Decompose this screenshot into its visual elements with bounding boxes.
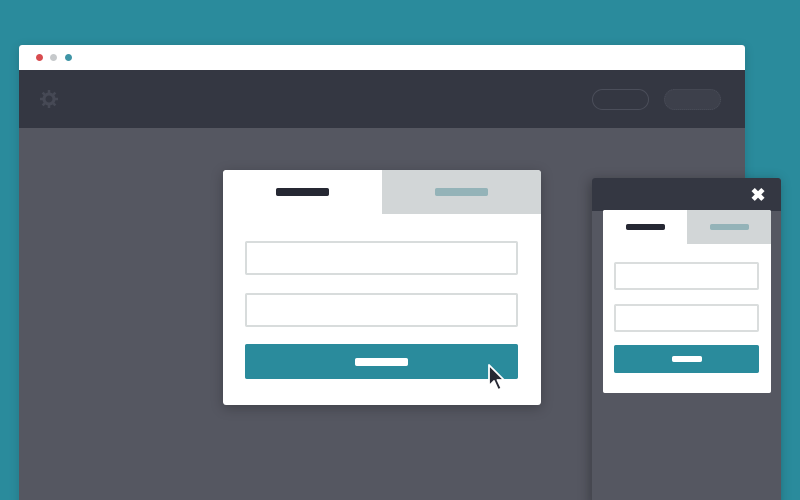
mobile-submit-button[interactable]: [614, 345, 759, 373]
close-window-dot[interactable]: [36, 54, 43, 61]
username-field[interactable]: [245, 241, 518, 275]
tab-login-label: [276, 188, 329, 196]
mouse-pointer-icon: [488, 364, 505, 391]
submit-button-label: [355, 357, 408, 366]
close-icon[interactable]: ✖: [750, 186, 766, 204]
mobile-device: ✖: [592, 178, 781, 500]
filled-header-button[interactable]: [664, 89, 721, 110]
mobile-modal-tabs: [603, 210, 771, 244]
mobile-login-modal: [603, 210, 771, 393]
mobile-header: ✖: [592, 178, 781, 211]
mobile-tab-signup[interactable]: [687, 210, 771, 244]
mobile-tab-login[interactable]: [603, 210, 687, 244]
mobile-tab-signup-label: [709, 224, 749, 230]
tab-signup-label: [435, 188, 488, 196]
maximize-window-dot[interactable]: [65, 54, 72, 61]
tab-login[interactable]: [223, 170, 382, 214]
minimize-window-dot[interactable]: [50, 54, 57, 61]
site-header: [19, 70, 745, 128]
mobile-submit-button-label: [671, 356, 702, 362]
login-form: [223, 214, 541, 379]
outline-header-button[interactable]: [592, 89, 649, 110]
mobile-login-form: [603, 244, 771, 373]
submit-button[interactable]: [245, 344, 518, 379]
password-field[interactable]: [245, 293, 518, 327]
browser-title-bar: [19, 45, 745, 70]
gear-icon[interactable]: [39, 89, 59, 109]
mobile-tab-login-label: [625, 224, 665, 230]
modal-tabs: [223, 170, 541, 214]
tab-signup[interactable]: [382, 170, 541, 214]
mobile-password-field[interactable]: [614, 304, 759, 332]
mobile-username-field[interactable]: [614, 262, 759, 290]
